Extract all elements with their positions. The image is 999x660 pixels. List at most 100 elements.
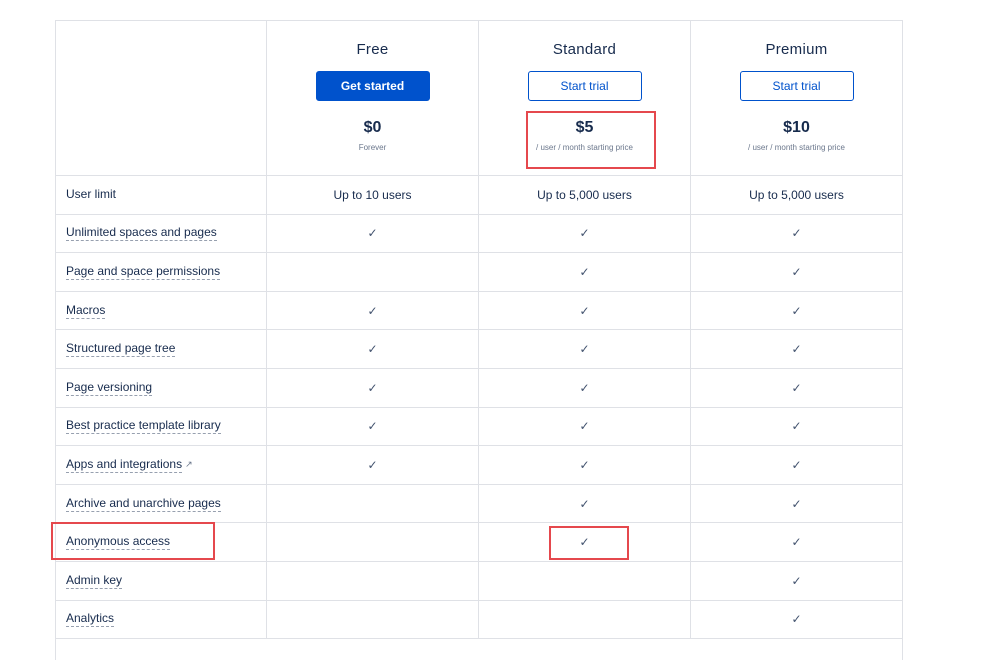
feature-label-cell: Structured page tree xyxy=(56,330,267,368)
feature-row: Structured page tree ✓ ✓ ✓ xyxy=(56,330,902,369)
feature-value-cell: ✓ xyxy=(479,407,691,446)
feature-value-cell: ✓ xyxy=(691,215,902,253)
feature-label[interactable]: Archive and unarchive pages xyxy=(66,496,221,512)
feature-value-cell: ✓ xyxy=(691,485,902,523)
feature-label[interactable]: Structured page tree xyxy=(66,341,176,358)
feature-value-cell: ✓ xyxy=(691,601,902,639)
feature-value-cell: ✓ xyxy=(479,368,691,407)
feature-value-cell: ✓ xyxy=(479,214,691,253)
feature-value-cell: ✓ xyxy=(479,484,691,523)
checkmark-icon: ✓ xyxy=(367,342,378,357)
checkmark-icon: ✓ xyxy=(791,380,802,395)
checkmark-icon: ✓ xyxy=(367,226,378,241)
feature-value-cell: ✓ xyxy=(691,446,902,484)
feature-label: User limit xyxy=(66,187,116,202)
checkmark-icon: ✓ xyxy=(791,342,802,357)
feature-value-cell xyxy=(267,253,479,291)
feature-label[interactable]: Admin key xyxy=(66,573,123,589)
feature-value-cell: ✓ xyxy=(691,292,902,330)
feature-label-cell: Page and space permissions xyxy=(56,253,267,291)
checkmark-icon: ✓ xyxy=(367,303,378,318)
feature-value: Up to 10 users xyxy=(333,187,412,202)
checkmark-icon: ✓ xyxy=(579,496,590,511)
checkmark-icon: ✓ xyxy=(791,457,802,472)
plan-price-note: / user / month starting price xyxy=(536,143,633,152)
feature-value-cell: ✓ xyxy=(691,562,902,600)
plan-free: Free Get started $0 Forever xyxy=(267,21,479,175)
feature-label-cell: Apps and integrations ↗ xyxy=(56,446,267,484)
checkmark-icon: ✓ xyxy=(367,380,378,395)
plan-price: $10 xyxy=(783,119,810,136)
get-started-button[interactable]: Get started xyxy=(315,71,430,101)
feature-value-cell xyxy=(267,561,479,600)
feature-value-cell: ✓ xyxy=(691,523,902,561)
feature-value-cell: ✓ xyxy=(267,407,479,446)
feature-label[interactable]: Page versioning xyxy=(66,380,153,396)
feature-label[interactable]: Page and space permissions xyxy=(66,264,221,280)
feature-label-cell: Analytics xyxy=(56,600,267,639)
feature-label[interactable]: Analytics xyxy=(66,611,115,628)
checkmark-icon: ✓ xyxy=(791,226,802,241)
pricing-table: Free Get started $0 Forever Standard Sta… xyxy=(55,20,903,660)
feature-label[interactable]: Anonymous access xyxy=(66,534,171,551)
header-empty-cell xyxy=(56,21,267,175)
feature-label[interactable]: Apps and integrations xyxy=(66,457,183,473)
feature-value-cell: ✓ xyxy=(691,408,902,446)
feature-value: Up to 5,000 users xyxy=(537,187,632,202)
start-trial-button[interactable]: Start trial xyxy=(527,71,642,101)
feature-value-cell: ✓ xyxy=(479,523,691,561)
feature-value-cell xyxy=(267,600,479,639)
feature-value-cell: ✓ xyxy=(479,330,691,368)
plan-premium: Premium Start trial $10 / user / month s… xyxy=(691,21,902,175)
feature-value-cell: ✓ xyxy=(267,446,479,484)
feature-label-cell: Admin key xyxy=(56,561,267,600)
feature-value-cell: ✓ xyxy=(479,253,691,291)
external-link-icon: ↗ xyxy=(185,459,193,470)
feature-value-cell: ✓ xyxy=(267,330,479,368)
checkmark-icon: ✓ xyxy=(791,535,802,550)
feature-label-cell: Macros xyxy=(56,291,267,330)
plan-name: Standard xyxy=(552,41,617,58)
checkmark-icon: ✓ xyxy=(791,303,802,318)
feature-label-cell: User limit xyxy=(56,176,267,214)
checkmark-icon: ✓ xyxy=(791,496,802,511)
feature-value-cell: ✓ xyxy=(691,330,902,368)
feature-value-cell: Up to 5,000 users xyxy=(479,176,691,214)
plan-standard: Standard Start trial $5 / user / month s… xyxy=(479,21,691,175)
feature-value-cell xyxy=(267,484,479,523)
plan-price: $5 xyxy=(575,119,594,136)
feature-row: Best practice template library ✓ ✓ ✓ xyxy=(56,407,902,447)
plan-name: Free xyxy=(356,41,389,58)
feature-value-cell: Up to 5,000 users xyxy=(691,176,902,214)
plan-header-row: Free Get started $0 Forever Standard Sta… xyxy=(56,21,902,176)
feature-value-cell: ✓ xyxy=(479,446,691,484)
feature-rows: User limit Up to 10 users Up to 5,000 user… xyxy=(56,176,902,640)
feature-label-cell: Unlimited spaces and pages xyxy=(56,214,267,253)
checkmark-icon: ✓ xyxy=(791,573,802,588)
checkmark-icon: ✓ xyxy=(579,457,590,472)
plan-price-note: / user / month starting price xyxy=(748,143,845,152)
feature-row: Admin key ✓ xyxy=(56,561,902,601)
checkmark-icon: ✓ xyxy=(579,419,590,434)
feature-value-cell xyxy=(479,600,691,639)
checkmark-icon: ✓ xyxy=(579,535,590,550)
feature-row: Unlimited spaces and pages ✓ ✓ ✓ xyxy=(56,214,902,254)
feature-label[interactable]: Unlimited spaces and pages xyxy=(66,225,217,242)
feature-row: Archive and unarchive pages ✓ ✓ xyxy=(56,484,902,524)
start-trial-button[interactable]: Start trial xyxy=(739,71,854,101)
checkmark-icon: ✓ xyxy=(367,419,378,434)
checkmark-icon: ✓ xyxy=(579,303,590,318)
checkmark-icon: ✓ xyxy=(579,380,590,395)
checkmark-icon: ✓ xyxy=(579,226,590,241)
feature-label-cell: Archive and unarchive pages xyxy=(56,484,267,523)
checkmark-icon: ✓ xyxy=(791,264,802,279)
feature-row: Page versioning ✓ ✓ ✓ xyxy=(56,368,902,408)
feature-row: Page and space permissions ✓ ✓ xyxy=(56,253,902,292)
plan-price-note: Forever xyxy=(358,143,387,152)
feature-label[interactable]: Macros xyxy=(66,303,106,319)
feature-row: User limit Up to 10 users Up to 5,000 user… xyxy=(56,176,902,215)
feature-label[interactable]: Best practice template library xyxy=(66,418,221,435)
checkmark-icon: ✓ xyxy=(367,457,378,472)
checkmark-icon: ✓ xyxy=(579,264,590,279)
plan-price: $0 xyxy=(363,119,382,136)
